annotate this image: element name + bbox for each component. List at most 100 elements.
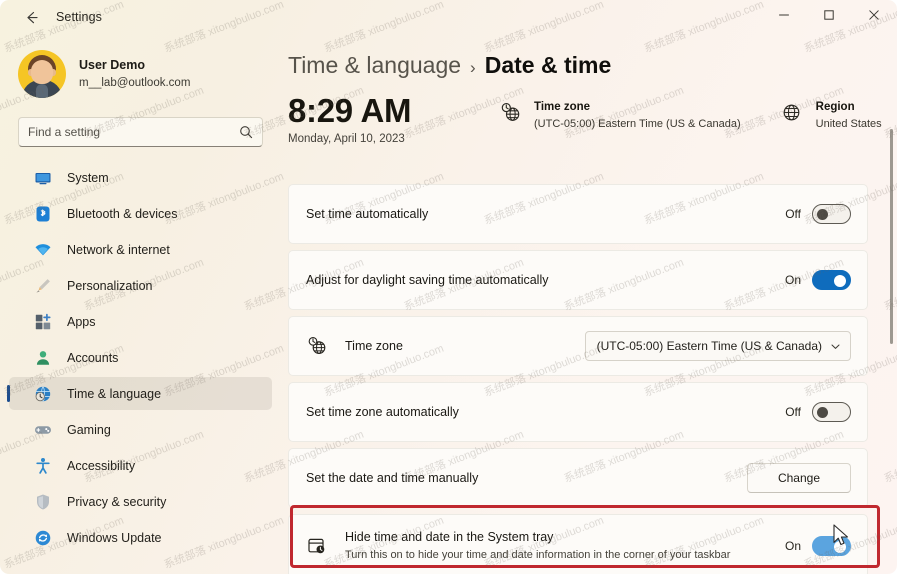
sidebar-item-windows-update[interactable]: Windows Update [9,521,272,554]
sidebar-item-label: Personalization [67,278,153,293]
close-button[interactable] [851,0,897,34]
scrollbar[interactable] [890,129,893,574]
change-button[interactable]: Change [747,463,851,493]
minimize-button[interactable] [761,0,806,34]
sidebar-item-personalization[interactable]: Personalization [9,269,272,302]
minimize-icon [778,8,790,26]
settings-window: Settings User Demo m__lab@outlook.com Fi… [0,0,897,574]
setting-label: Set the date and time manually [306,471,479,485]
time-zone-dropdown[interactable]: (UTC-05:00) Eastern Time (US & Canada) [584,331,851,361]
back-button[interactable] [14,3,48,31]
calendar-clock-icon [306,535,328,557]
setting-label: Adjust for daylight saving time automati… [306,273,549,287]
sidebar-nav: System Bluetooth & devices Network & int… [0,161,281,554]
setting-row-set-time-automatically[interactable]: Set time automatically Off [288,184,868,244]
profile-name: User Demo [79,58,145,72]
header-info-title: Region [815,101,855,113]
toggle-switch[interactable] [812,536,851,556]
setting-row-adjust-daylight-saving[interactable]: Adjust for daylight saving time automati… [288,250,868,310]
breadcrumb-separator: › [470,58,476,77]
sidebar-item-label: Network & internet [67,242,170,257]
sidebar-item-bluetooth-devices[interactable]: Bluetooth & devices [9,197,272,230]
header-region-info: Region United States [780,93,882,130]
settings-card-list: Set time automatically Off Adjust for da… [288,184,868,574]
current-time: 8:29 AM [288,92,412,129]
setting-label: Set time zone automatically [306,405,459,419]
sidebar-item-label: Accessibility [67,458,136,473]
setting-label: Hide time and date in the System tray [345,530,554,545]
clock-globe-icon [498,100,522,124]
setting-label: Time zone [345,339,403,353]
scrollbar-thumb[interactable] [890,129,893,344]
maximize-icon [823,8,835,26]
sidebar-item-label: Gaming [67,422,111,437]
sidebar-item-time-language[interactable]: Time & language [7,377,272,410]
sidebar-item-label: Accounts [67,350,119,365]
chevron-down-icon [830,341,841,352]
gamepad-icon [33,420,53,440]
setting-row-time-zone[interactable]: Time zone (UTC-05:00) Eastern Time (US &… [288,316,868,376]
wifi-icon [33,240,53,260]
sidebar-item-label: Windows Update [67,530,162,545]
apps-grid-icon [33,312,53,332]
accessibility-person-icon [33,456,53,476]
bluetooth-icon [33,204,53,224]
display-icon [33,168,53,188]
time-summary: 8:29 AM Monday, April 10, 2023 Time zone… [288,93,897,145]
refresh-circle-icon [33,528,53,548]
window-controls [761,0,897,34]
shield-icon [33,492,53,512]
maximize-button[interactable] [806,0,851,34]
page-title: Date & time [484,52,612,78]
toggle-state-label: Off [785,405,801,419]
clock-globe-icon [33,384,53,404]
sidebar-item-network-internet[interactable]: Network & internet [9,233,272,266]
profile-email: m__lab@outlook.com [79,76,191,89]
toggle-switch[interactable] [812,402,851,422]
setting-row-set-time-zone-automatically[interactable]: Set time zone automatically Off [288,382,868,442]
sidebar-item-accessibility[interactable]: Accessibility [9,449,272,482]
sidebar-item-accounts[interactable]: Accounts [9,341,272,374]
toggle-switch[interactable] [812,270,851,290]
person-icon [33,348,53,368]
header-info-value: United States [815,117,882,130]
setting-label: Set time automatically [306,207,429,221]
sidebar-item-system[interactable]: System [9,161,272,194]
sidebar-item-label: Bluetooth & devices [67,206,178,221]
user-profile[interactable]: User Demo m__lab@outlook.com [0,43,281,105]
toggle-state-label: On [784,273,801,287]
toggle-state-label: Off [785,207,801,221]
sidebar-item-privacy-security[interactable]: Privacy & security [9,485,272,518]
main-content: Time & language › Date & time 8:29 AM Mo… [281,34,897,574]
sidebar-item-label: Privacy & security [67,494,167,509]
arrow-left-icon [23,9,40,26]
sidebar-item-label: System [67,170,109,185]
breadcrumb: Time & language › Date & time [288,52,897,79]
clock-globe-icon [306,335,328,357]
current-date: Monday, April 10, 2023 [288,132,405,145]
clock-block: 8:29 AM Monday, April 10, 2023 [288,93,493,145]
window-title: Settings [56,10,102,24]
header-info-value: (UTC-05:00) Eastern Time (US & Canada) [534,117,741,130]
breadcrumb-parent[interactable]: Time & language [288,52,461,79]
paintbrush-icon [33,276,53,296]
header-info-title: Time zone [534,101,591,113]
search-icon [239,125,253,139]
setting-row-set-date-time-manually[interactable]: Set the date and time manually Change [288,448,868,508]
toggle-switch[interactable] [812,204,851,224]
close-icon [868,8,880,26]
sidebar-item-gaming[interactable]: Gaming [9,413,272,446]
header-timezone-info: Time zone (UTC-05:00) Eastern Time (US &… [498,93,741,130]
sidebar: User Demo m__lab@outlook.com Find a sett… [0,34,281,574]
search-input[interactable] [28,125,239,139]
title-bar: Settings [0,0,897,34]
toggle-state-label: On [784,539,801,553]
avatar [18,50,66,98]
setting-description: Turn this on to hide your time and date … [345,549,731,562]
sidebar-item-label: Time & language [67,386,162,401]
sidebar-item-label: Apps [67,314,96,329]
setting-row-hide-time-date-system-tray[interactable]: Hide time and date in the System tray Tu… [288,514,868,574]
dropdown-selected-value: (UTC-05:00) Eastern Time (US & Canada) [596,339,822,353]
sidebar-item-apps[interactable]: Apps [9,305,272,338]
search-box[interactable] [18,117,263,147]
